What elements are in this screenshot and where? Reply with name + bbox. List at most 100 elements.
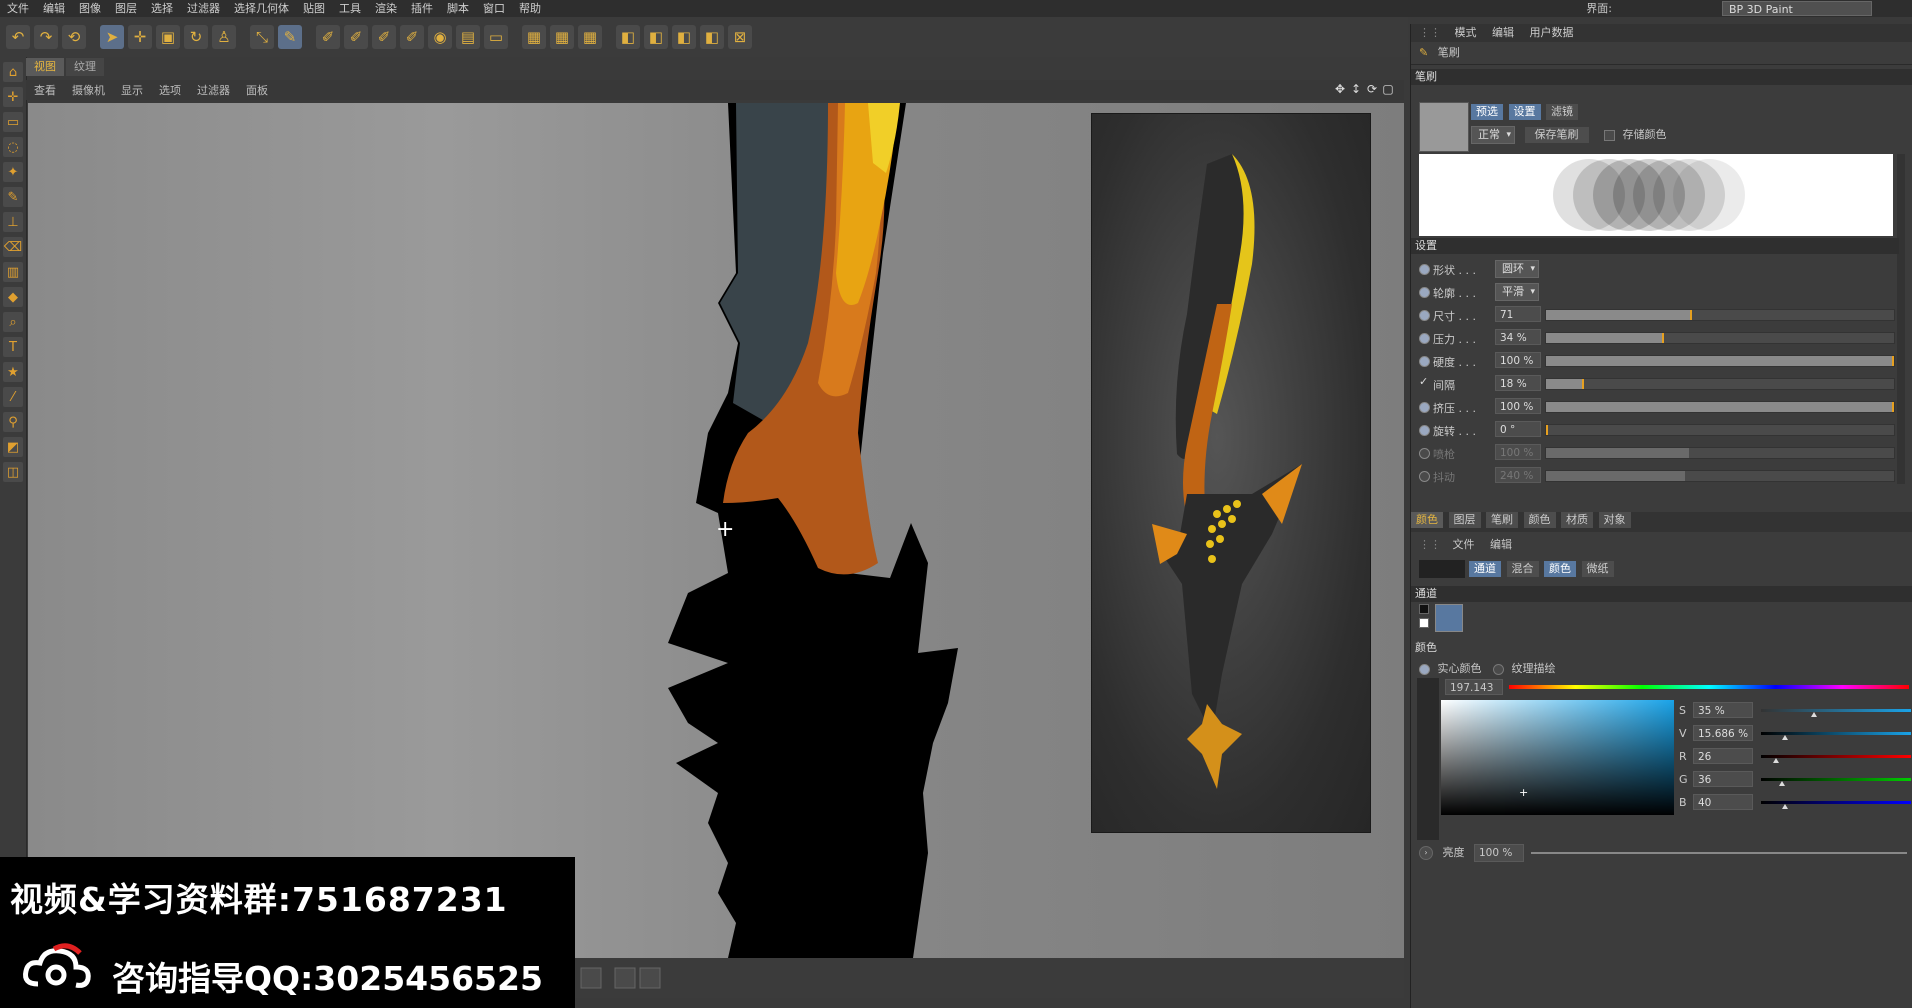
scale-icon[interactable]: ▣: [156, 25, 180, 49]
tab-materials[interactable]: 材质: [1561, 512, 1593, 528]
brush-preset-thumbnail[interactable]: [1419, 102, 1469, 152]
film-icon[interactable]: ▤: [456, 25, 480, 49]
rotate-icon[interactable]: ↻: [184, 25, 208, 49]
setting-radio[interactable]: [1419, 310, 1430, 321]
color-slider-knob[interactable]: [1773, 758, 1779, 763]
hue-slider[interactable]: [1509, 685, 1909, 689]
menu-item-4[interactable]: 选择: [144, 0, 180, 17]
dolly-icon[interactable]: ↕: [1348, 82, 1364, 98]
viewport-menu-filter[interactable]: 过滤器: [189, 82, 238, 98]
tab-mix[interactable]: 混合: [1506, 561, 1539, 577]
color-field-value[interactable]: 26: [1693, 748, 1753, 764]
fill-icon[interactable]: ◆: [3, 287, 23, 307]
color-field-value[interactable]: 36: [1693, 771, 1753, 787]
brightness-field[interactable]: 100 %: [1474, 844, 1524, 862]
brush-icon-1[interactable]: ✐: [316, 25, 340, 49]
tab-brush-preset[interactable]: 预选: [1471, 104, 1503, 120]
setting-radio[interactable]: [1419, 471, 1430, 482]
cube-icon-3[interactable]: ◧: [672, 25, 696, 49]
setting-slider[interactable]: [1545, 424, 1895, 436]
select-cursor-icon[interactable]: ➤: [100, 25, 124, 49]
move-tool-icon[interactable]: ✛: [3, 87, 23, 107]
setting-radio[interactable]: [1419, 333, 1430, 344]
arrange-icon[interactable]: ⌂: [3, 62, 23, 82]
current-color-swatch[interactable]: [1419, 560, 1465, 578]
eyedropper-icon[interactable]: ⁄: [3, 387, 23, 407]
channel-swatches[interactable]: [1419, 604, 1429, 630]
blend-mode-dropdown[interactable]: 正常: [1471, 126, 1515, 144]
setting-slider[interactable]: [1545, 401, 1895, 413]
tab-view[interactable]: 视图: [26, 58, 64, 76]
setting-value[interactable]: 240 %: [1495, 467, 1541, 483]
channel-thumbnail[interactable]: [1435, 604, 1463, 632]
color-field-value[interactable]: 15.686 %: [1693, 725, 1753, 741]
lower-menu-file[interactable]: 文件: [1453, 538, 1475, 551]
brightness-expand-icon[interactable]: ›: [1419, 846, 1433, 860]
panel-menu-userdata[interactable]: 用户数据: [1530, 26, 1574, 39]
setting-slider[interactable]: [1545, 332, 1895, 344]
setting-radio[interactable]: [1419, 264, 1430, 275]
magic-wand-icon[interactable]: ✦: [3, 162, 23, 182]
menu-item-3[interactable]: 图层: [108, 0, 144, 17]
color-preview-swatch[interactable]: [1417, 678, 1439, 840]
layout-dropdown[interactable]: BP 3D Paint: [1722, 1, 1872, 16]
tab-brush-settings[interactable]: 设置: [1508, 104, 1541, 120]
setting-slider[interactable]: [1545, 447, 1895, 459]
orbit-icon[interactable]: ⟳: [1364, 82, 1380, 98]
setting-radio[interactable]: [1419, 287, 1430, 298]
save-brush-button[interactable]: 保存笔刷: [1524, 127, 1589, 143]
redo-icon[interactable]: ↷: [34, 25, 58, 49]
zoom-tool-icon[interactable]: ⚲: [3, 412, 23, 432]
checker-cube-icon-2[interactable]: ▦: [550, 25, 574, 49]
tab-brushes[interactable]: 笔刷: [1486, 512, 1518, 528]
setting-slider[interactable]: [1545, 470, 1895, 482]
tab-channel-color[interactable]: 颜色: [1544, 561, 1576, 577]
setting-dropdown[interactable]: 圆环: [1495, 260, 1539, 278]
store-color-checkbox[interactable]: [1604, 129, 1615, 141]
setting-value[interactable]: 0 °: [1495, 421, 1541, 437]
setting-radio[interactable]: [1419, 356, 1430, 367]
tab-texture[interactable]: 纹理: [66, 58, 104, 76]
color-field-value[interactable]: 40: [1693, 794, 1753, 810]
frame-icon[interactable]: ▭: [484, 25, 508, 49]
hue-value-field[interactable]: 197.143: [1445, 679, 1503, 695]
panel-menu-mode[interactable]: 模式: [1455, 26, 1477, 39]
tab-colors[interactable]: 颜色: [1523, 512, 1556, 528]
render-icon[interactable]: ◉: [428, 25, 452, 49]
setting-dropdown[interactable]: 平滑: [1495, 283, 1539, 301]
brush-icon-2[interactable]: ✐: [344, 25, 368, 49]
tab-layers[interactable]: 图层: [1448, 512, 1481, 528]
texture-radio[interactable]: [1493, 663, 1504, 675]
pan-icon[interactable]: ✥: [1332, 82, 1348, 98]
viewport-menu-display[interactable]: 显示: [113, 82, 151, 98]
menu-item-2[interactable]: 图像: [72, 0, 108, 17]
tab-paper[interactable]: 微纸: [1581, 561, 1614, 577]
setting-radio[interactable]: [1419, 448, 1430, 459]
menu-item-7[interactable]: 贴图: [296, 0, 332, 17]
viewport-menu-panel[interactable]: 面板: [238, 82, 276, 98]
cube-icon-1[interactable]: ◧: [616, 25, 640, 49]
lower-menu-edit[interactable]: 编辑: [1490, 538, 1512, 551]
menu-item-10[interactable]: 插件: [404, 0, 440, 17]
stop-icon[interactable]: ⊠: [728, 25, 752, 49]
viewport-menu-camera[interactable]: 摄像机: [64, 82, 113, 98]
lasso-icon[interactable]: ◌: [3, 137, 23, 157]
eraser-icon[interactable]: ⌫: [3, 237, 23, 257]
viewport-menu-view[interactable]: 查看: [26, 82, 64, 98]
menu-item-5[interactable]: 过滤器: [180, 0, 227, 17]
setting-value[interactable]: 34 %: [1495, 329, 1541, 345]
star-icon[interactable]: ★: [3, 362, 23, 382]
cube-icon-4[interactable]: ◧: [700, 25, 724, 49]
setting-value[interactable]: 100 %: [1495, 444, 1541, 460]
setting-value[interactable]: 71: [1495, 306, 1541, 322]
zoom-icon[interactable]: ⌕: [3, 312, 23, 332]
menu-item-6[interactable]: 选择几何体: [227, 0, 296, 17]
reset-icon[interactable]: ⟲: [62, 25, 86, 49]
color-slider-knob[interactable]: [1779, 781, 1785, 786]
undo-icon[interactable]: ↶: [6, 25, 30, 49]
mask-icon[interactable]: ◫: [3, 462, 23, 482]
menu-item-11[interactable]: 脚本: [440, 0, 476, 17]
saturation-value-picker[interactable]: +: [1441, 700, 1674, 815]
menu-item-13[interactable]: 帮助: [512, 0, 548, 17]
check-icon[interactable]: ✓: [1419, 375, 1428, 388]
